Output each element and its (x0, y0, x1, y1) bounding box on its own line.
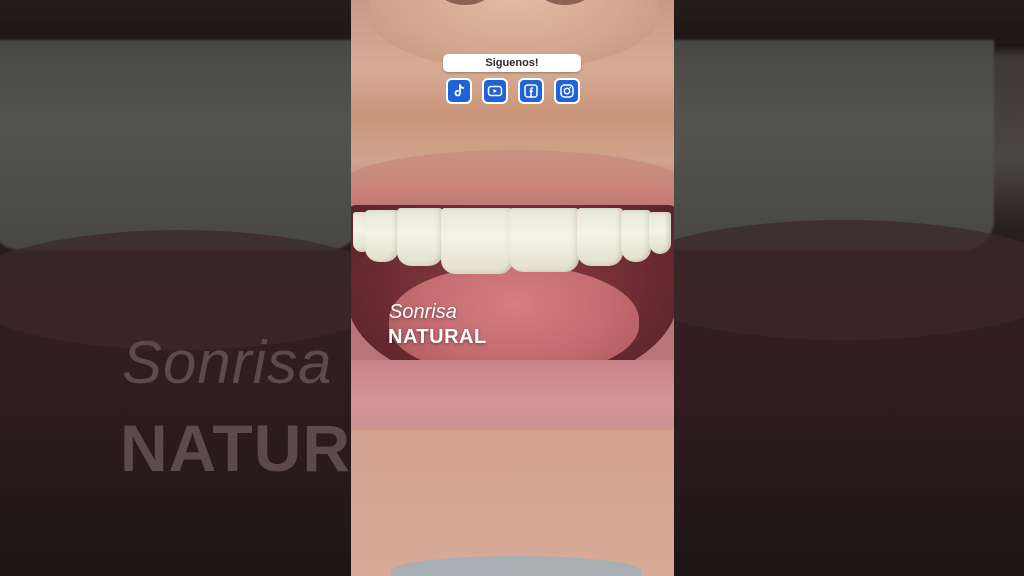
social-links (446, 78, 580, 104)
tiktok-icon[interactable] (446, 78, 472, 104)
upper-teeth (351, 208, 674, 276)
background-caption-italic: Sonrisa (122, 329, 333, 396)
instagram-icon[interactable] (554, 78, 580, 104)
background-caption-bold: NATURAL (120, 411, 352, 485)
video-thumbnail: Sonrisa NATURAL Sonrisa NATURA (0, 0, 1024, 576)
blurred-background-left: Sonrisa NATURAL (0, 0, 352, 576)
blurred-background-right (674, 0, 1024, 576)
youtube-icon[interactable] (482, 78, 508, 104)
caption-line-1: Sonrisa (389, 301, 457, 323)
chin (351, 430, 674, 576)
facebook-icon[interactable] (518, 78, 544, 104)
follow-label: Siguenos! (443, 54, 581, 72)
caption-line-2: NATURAL (388, 326, 487, 348)
